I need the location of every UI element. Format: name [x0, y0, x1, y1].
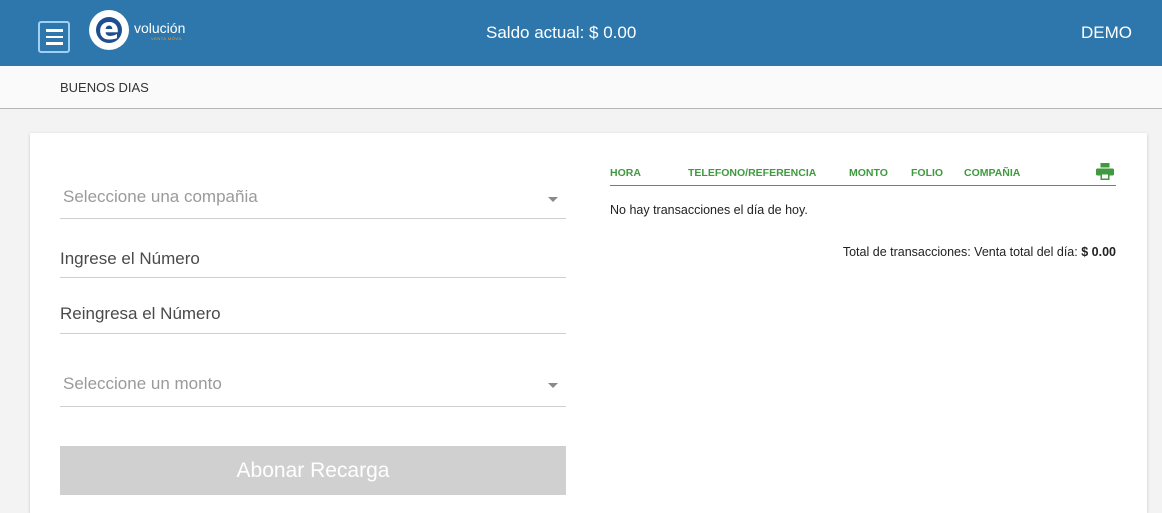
- phone-number-placeholder: Ingrese el Número: [60, 249, 200, 268]
- reenter-number-placeholder: Reingresa el Número: [60, 304, 221, 323]
- column-header-folio: FOLIO: [911, 167, 944, 179]
- column-header-hora: HORA: [610, 167, 641, 179]
- transactions-total: Total de transacciones: Venta total del …: [843, 244, 1116, 260]
- totals-value: $ 0.00: [1081, 245, 1116, 259]
- chevron-down-icon: [548, 383, 558, 388]
- hamburger-icon: [45, 29, 63, 32]
- chevron-down-icon: [548, 197, 558, 202]
- logo-letter: e: [98, 12, 120, 47]
- greeting-bar: BUENOS DIAS: [0, 66, 1162, 109]
- printer-icon[interactable]: [1096, 163, 1114, 180]
- menu-button[interactable]: [38, 21, 70, 53]
- empty-transactions-message: No hay transacciones el día de hoy.: [610, 203, 808, 217]
- logo: e volución VENTA MÓVIL: [89, 10, 199, 50]
- reenter-number-input[interactable]: Reingresa el Número: [60, 293, 566, 334]
- top-bar: e volución VENTA MÓVIL Saldo actual: $ 0…: [0, 0, 1162, 66]
- column-header-telefono: TELEFONO/REFERENCIA: [688, 167, 817, 179]
- amount-select-value: Seleccione un monto: [63, 374, 222, 393]
- column-header-monto: MONTO: [849, 167, 888, 179]
- company-select-value: Seleccione una compañia: [63, 187, 258, 206]
- totals-label: Total de transacciones: Venta total del …: [842, 245, 1078, 259]
- amount-select[interactable]: Seleccione un monto: [60, 357, 566, 407]
- current-balance: Saldo actual: $ 0.00: [486, 23, 637, 42]
- phone-number-input[interactable]: Ingrese el Número: [60, 237, 566, 278]
- user-name[interactable]: DEMO: [1081, 22, 1132, 44]
- greeting-text: BUENOS DIAS: [60, 80, 149, 95]
- abonar-recarga-button[interactable]: Abonar Recarga: [60, 446, 566, 495]
- logo-text: volución: [134, 20, 186, 36]
- column-header-compania: COMPAÑIA: [964, 167, 1021, 179]
- recharge-card: Seleccione una compañia Ingrese el Númer…: [30, 133, 1147, 513]
- logo-subtitle: VENTA MÓVIL: [151, 36, 183, 41]
- table-header-divider: [610, 185, 1116, 186]
- company-select[interactable]: Seleccione una compañia: [60, 169, 566, 219]
